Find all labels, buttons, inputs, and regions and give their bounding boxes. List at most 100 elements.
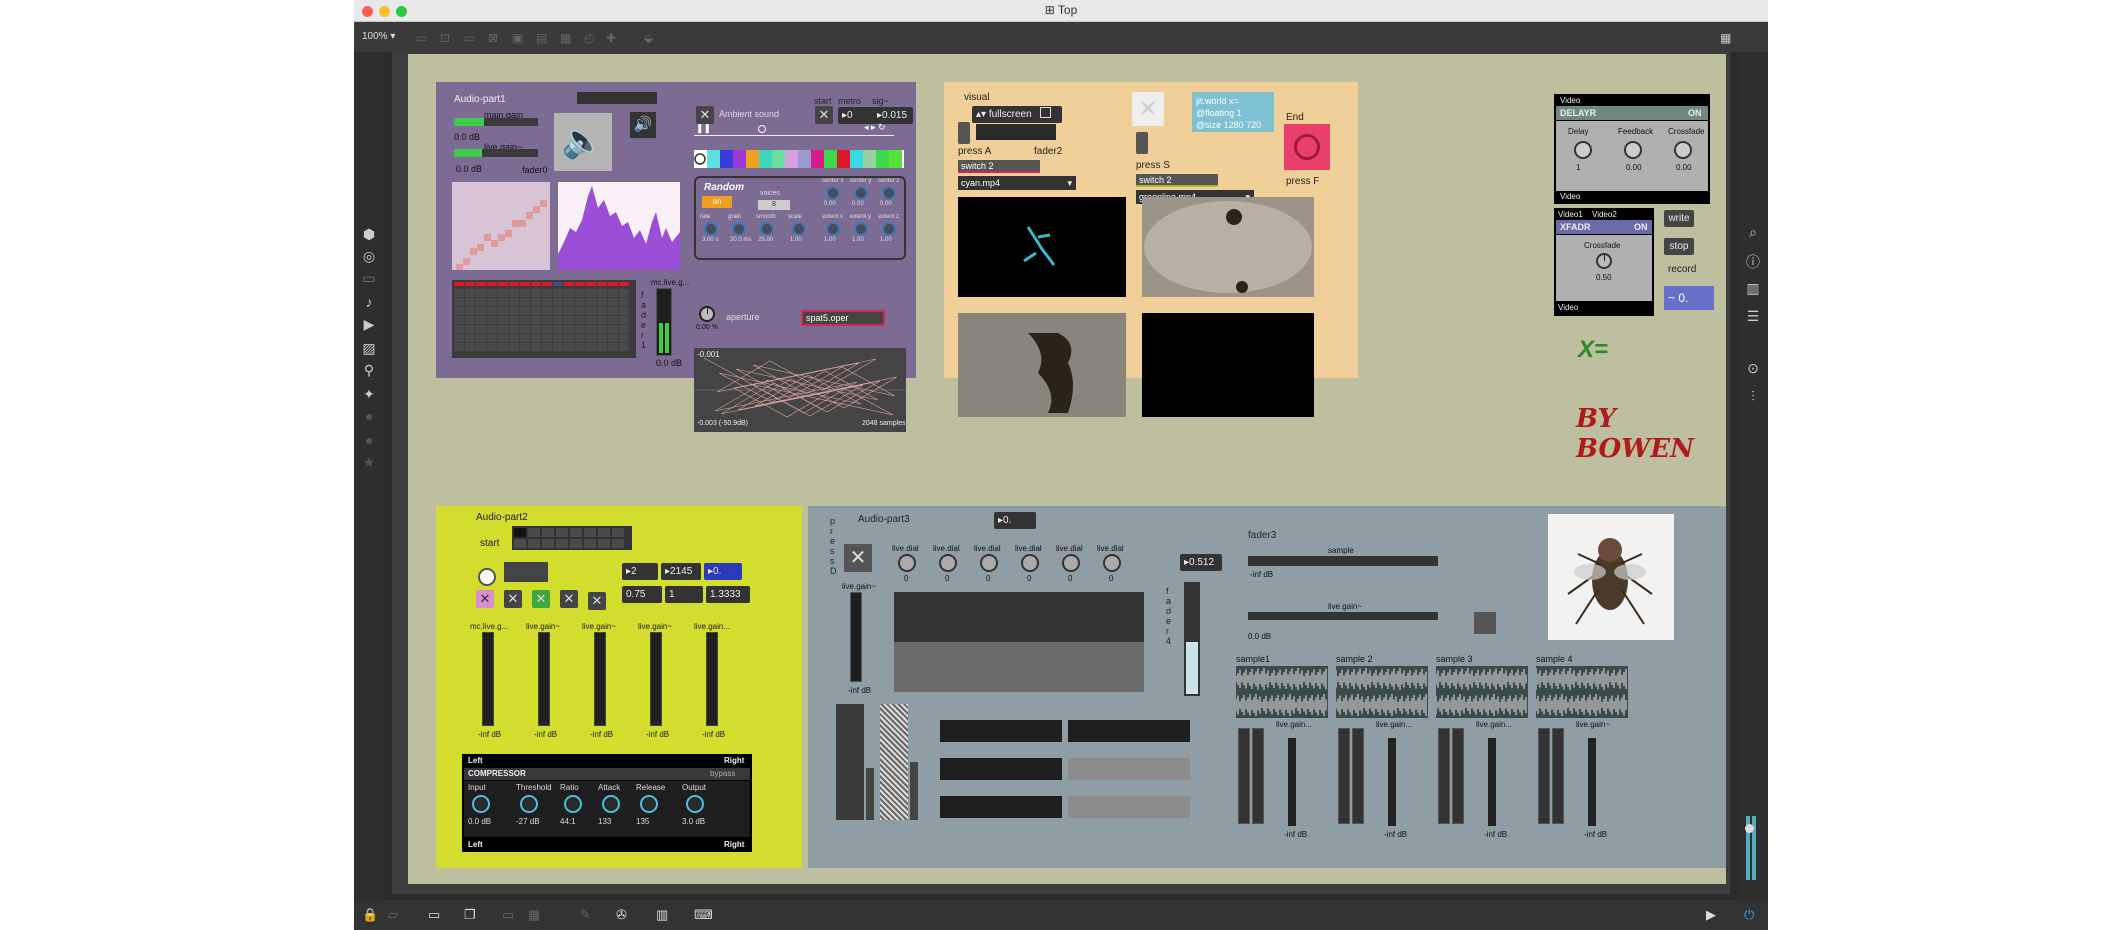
audio3-bar-4[interactable]: [910, 762, 918, 820]
audio2-button[interactable]: [478, 568, 496, 586]
mc-gain-meter[interactable]: [656, 288, 672, 356]
piano-icon[interactable]: ▥: [656, 907, 668, 923]
comp-knob[interactable]: [602, 795, 620, 813]
ambient-toggle-button[interactable]: ✕: [696, 106, 714, 124]
press-d-toggle[interactable]: ✕: [844, 544, 872, 572]
delayr-knob[interactable]: [1674, 141, 1692, 159]
sample-waveform[interactable]: [1436, 666, 1528, 718]
audio2-toggle-1[interactable]: ✕: [476, 590, 494, 608]
audio2-number-6[interactable]: 1.3333: [706, 586, 750, 603]
target-icon[interactable]: ◎: [362, 248, 376, 265]
speaker-toggle-icon[interactable]: 🔊: [630, 112, 656, 138]
live-dial[interactable]: [1062, 554, 1080, 572]
align-icon[interactable]: ▣: [512, 31, 523, 45]
delayr-on[interactable]: ON: [1688, 108, 1702, 118]
sample-meter-right[interactable]: [1552, 728, 1564, 824]
book-icon[interactable]: ▥: [1746, 280, 1760, 297]
edit-icon[interactable]: ▱: [388, 907, 398, 923]
radio-group-a[interactable]: [958, 122, 970, 144]
step-grid[interactable]: [452, 280, 636, 358]
live-dial[interactable]: [939, 554, 957, 572]
audio2-step-sequencer[interactable]: [512, 526, 632, 550]
random-knob[interactable]: [882, 186, 896, 200]
live-dial[interactable]: [898, 554, 916, 572]
playbar[interactable]: ❚❚ ◂ ▸ ↻: [694, 122, 894, 136]
paint-icon[interactable]: ⬙: [644, 31, 653, 45]
live-gain2-slider[interactable]: [1248, 612, 1438, 620]
write-button[interactable]: write: [1664, 210, 1694, 227]
fader4-number[interactable]: ▸0.512: [1180, 554, 1222, 571]
jit-world-message[interactable]: jit.world x= @floating 1 @size 1280 720: [1192, 92, 1274, 132]
sample-meter-right[interactable]: [1252, 728, 1264, 824]
delete-icon[interactable]: ⊠: [488, 31, 498, 45]
random-knob[interactable]: [792, 222, 806, 236]
audio3-hslider-2[interactable]: [1068, 720, 1190, 742]
fader2-slider[interactable]: [976, 124, 1056, 140]
multislider[interactable]: [452, 182, 550, 270]
audio3-hslider-1[interactable]: [940, 720, 1062, 742]
lock-icon[interactable]: 🔒: [362, 907, 378, 923]
search-icon[interactable]: ⌕: [1746, 224, 1760, 241]
volume-knob[interactable]: [1745, 824, 1754, 833]
transport-icons[interactable]: ◂ ▸ ↻: [864, 122, 886, 133]
spat5-oper-button[interactable]: spat5.oper: [801, 310, 885, 326]
add-icon[interactable]: ✚: [606, 31, 616, 45]
channel-gain-meter[interactable]: [706, 632, 718, 726]
media-icon[interactable]: ▶: [362, 316, 376, 333]
sample-meter-left[interactable]: [1238, 728, 1250, 824]
top-slider[interactable]: [577, 92, 657, 104]
distribute-icon[interactable]: ▤: [536, 31, 547, 45]
channel-gain-meter[interactable]: [538, 632, 550, 726]
aperture-knob[interactable]: [699, 306, 715, 322]
new-object-icon[interactable]: ⊡: [440, 31, 450, 45]
power-icon[interactable]: ⏻: [1744, 907, 1754, 923]
audio3-number[interactable]: ▸0.: [994, 512, 1036, 529]
music-icon[interactable]: ♪: [362, 294, 376, 310]
image-icon[interactable]: ▨: [362, 340, 376, 357]
end-button[interactable]: [1284, 124, 1330, 170]
random-on-button[interactable]: on: [702, 196, 732, 208]
delayr-knob[interactable]: [1574, 141, 1592, 159]
toggle-x-button[interactable]: ✕: [1132, 92, 1164, 126]
channel-gain-meter[interactable]: [650, 632, 662, 726]
sample-waveform[interactable]: [1536, 666, 1628, 718]
file-a-menu[interactable]: cyan.mp4 ▾: [958, 176, 1076, 190]
comp-bypass[interactable]: bypass: [710, 769, 735, 778]
debug-icon[interactable]: ◴: [584, 31, 594, 45]
windows-icon[interactable]: ❐: [464, 907, 476, 923]
sample-meter-right[interactable]: [1352, 728, 1364, 824]
audio2-toggle-3[interactable]: ✕: [532, 590, 550, 608]
p-icon[interactable]: ●: [362, 408, 376, 424]
puzzle-icon[interactable]: ✦: [362, 386, 376, 403]
pause-icon[interactable]: ❚❚: [696, 123, 711, 134]
sample-meter-left[interactable]: [1438, 728, 1450, 824]
live-gain-slider[interactable]: [454, 149, 538, 157]
audio3-bar-3[interactable]: [880, 704, 908, 820]
audio2-toggle-4[interactable]: ✕: [560, 590, 578, 608]
sample-gain-slider[interactable]: [1388, 738, 1396, 826]
comp-knob[interactable]: [472, 795, 490, 813]
random-knob[interactable]: [854, 186, 868, 200]
audio3-bar-2[interactable]: [866, 768, 874, 820]
fader4-slider[interactable]: [1184, 582, 1200, 696]
fullscreen-checkbox[interactable]: [1040, 107, 1051, 118]
sample-meter-left[interactable]: [1538, 728, 1550, 824]
xfadr-on[interactable]: ON: [1634, 222, 1648, 232]
channel-gain-meter[interactable]: [482, 632, 494, 726]
audio2-toggle-5[interactable]: ✕: [588, 592, 606, 610]
radio-group-s[interactable]: [1136, 132, 1148, 154]
sample-gain-slider[interactable]: [1288, 738, 1296, 826]
live-dial[interactable]: [980, 554, 998, 572]
live-dial[interactable]: [1103, 554, 1121, 572]
random-knob[interactable]: [854, 222, 868, 236]
audio2-number-1[interactable]: ▸2: [622, 563, 658, 580]
star-icon[interactable]: ★: [362, 454, 376, 471]
sample-gain-slider[interactable]: [1588, 738, 1596, 826]
random-knob[interactable]: [826, 186, 840, 200]
color-swatch-palette[interactable]: [694, 150, 904, 168]
wrench-icon[interactable]: ✇: [616, 907, 627, 923]
sample-meter-right[interactable]: [1452, 728, 1464, 824]
main-gain-slider[interactable]: [454, 118, 538, 126]
audio3-hslider-3[interactable]: [940, 758, 1062, 780]
playbar-handle[interactable]: [758, 125, 766, 133]
